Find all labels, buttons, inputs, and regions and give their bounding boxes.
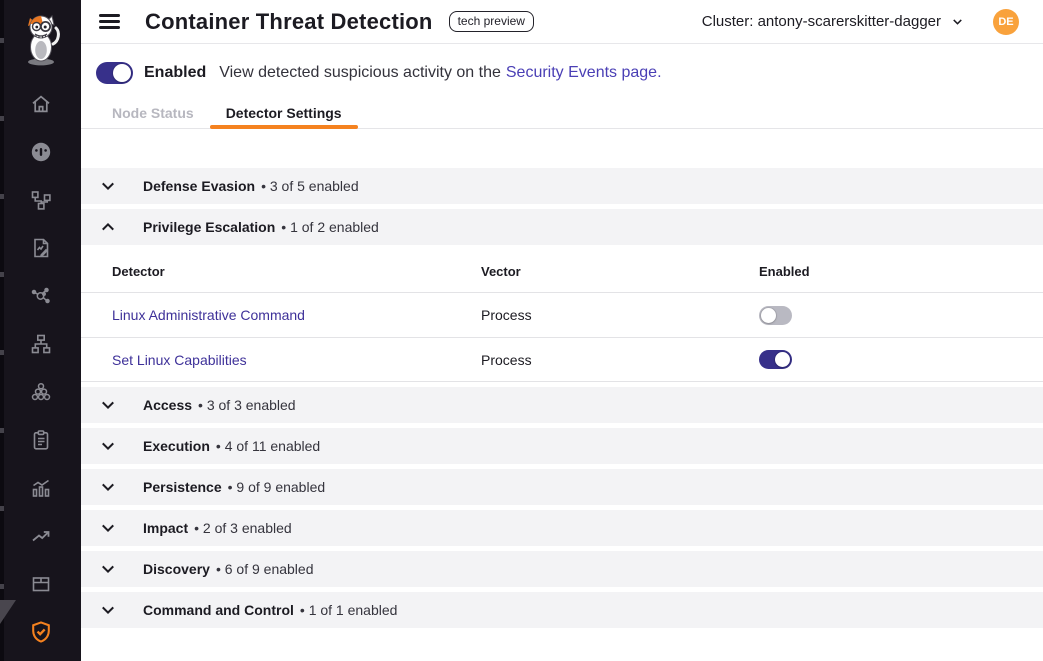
feature-enabled-toggle[interactable] — [96, 62, 133, 84]
home-icon — [29, 92, 53, 116]
column-header-detector: Detector — [112, 264, 481, 279]
trending-up-icon — [29, 524, 53, 548]
section-count: • 4 of 11 enabled — [216, 438, 320, 454]
sidebar-item-network-topology[interactable] — [0, 320, 81, 368]
section-title: Defense Evasion — [143, 178, 255, 194]
chevron-down-icon — [99, 519, 117, 537]
chevron-down-icon — [99, 560, 117, 578]
detector-enabled-toggle[interactable] — [759, 306, 792, 325]
section-access[interactable]: Access • 3 of 3 enabled — [81, 387, 1043, 423]
chevron-down-icon — [99, 437, 117, 455]
section-persistence[interactable]: Persistence • 9 of 9 enabled — [81, 469, 1043, 505]
cluster-selector[interactable]: Cluster: antony-scarerskitter-dagger — [702, 13, 965, 30]
section-title: Command and Control — [143, 602, 294, 618]
sidebar-item-network-flows[interactable] — [0, 176, 81, 224]
sidebar-item-analytics[interactable] — [0, 464, 81, 512]
tab-bar: Node Status Detector Settings — [81, 97, 1043, 129]
sitemap-icon — [29, 332, 53, 356]
user-avatar[interactable]: DE — [993, 9, 1019, 35]
section-privilege-escalation[interactable]: Privilege Escalation • 1 of 2 enabled — [81, 209, 1043, 245]
sidebar-item-audit[interactable] — [0, 416, 81, 464]
section-count: • 3 of 3 enabled — [198, 397, 296, 413]
menu-hamburger-icon[interactable] — [99, 14, 120, 29]
section-title: Persistence — [143, 479, 222, 495]
vector-value: Process — [481, 352, 532, 368]
detector-enabled-toggle[interactable] — [759, 350, 792, 369]
chevron-down-icon — [950, 14, 965, 29]
section-count: • 9 of 9 enabled — [228, 479, 326, 495]
chevron-down-icon — [99, 601, 117, 619]
app-logo[interactable] — [0, 10, 81, 68]
sidebar-item-dashboard[interactable] — [0, 128, 81, 176]
section-count: • 6 of 9 enabled — [216, 561, 314, 577]
tab-node-status[interactable]: Node Status — [96, 97, 210, 128]
shield-check-icon — [28, 619, 54, 645]
column-header-vector: Vector — [481, 264, 759, 279]
network-flows-icon — [29, 188, 53, 212]
section-discovery[interactable]: Discovery • 6 of 9 enabled — [81, 551, 1043, 587]
section-impact[interactable]: Impact • 2 of 3 enabled — [81, 510, 1043, 546]
vector-value: Process — [481, 307, 532, 323]
tech-preview-badge: tech preview — [449, 11, 534, 32]
chevron-down-icon — [99, 177, 117, 195]
sidebar-item-vulnerability-graph[interactable] — [0, 272, 81, 320]
clipboard-icon — [29, 428, 53, 452]
section-title: Discovery — [143, 561, 210, 577]
cluster-circles-icon — [29, 380, 53, 404]
section-defense-evasion[interactable]: Defense Evasion • 3 of 5 enabled — [81, 168, 1043, 204]
graph-nodes-icon — [29, 284, 53, 308]
detector-table: Detector Vector Enabled Linux Administra… — [81, 250, 1043, 382]
package-box-icon — [29, 572, 53, 596]
sidebar-item-compliance-report[interactable] — [0, 224, 81, 272]
column-header-enabled: Enabled — [759, 264, 1043, 279]
section-execution[interactable]: Execution • 4 of 11 enabled — [81, 428, 1043, 464]
cluster-selector-label: Cluster: antony-scarerskitter-dagger — [702, 13, 941, 30]
sidebar — [0, 0, 81, 661]
detector-link-set-linux-capabilities[interactable]: Set Linux Capabilities — [112, 352, 247, 368]
section-count: • 1 of 2 enabled — [281, 219, 379, 235]
security-events-link[interactable]: Security Events page. — [506, 64, 662, 82]
sidebar-item-home[interactable] — [0, 80, 81, 128]
enabled-label: Enabled — [144, 64, 206, 82]
subheader: Enabled View detected suspicious activit… — [81, 45, 1043, 129]
dashboard-gauge-icon — [29, 140, 53, 164]
section-command-and-control[interactable]: Command and Control • 1 of 1 enabled — [81, 592, 1043, 628]
enabled-description: View detected suspicious activity on the — [219, 64, 501, 82]
cat-mascot-logo — [18, 10, 64, 68]
chevron-up-icon — [99, 218, 117, 236]
section-count: • 2 of 3 enabled — [194, 520, 292, 536]
top-app-bar: Container Threat Detection tech preview … — [81, 0, 1043, 44]
section-title: Access — [143, 397, 192, 413]
section-title: Privilege Escalation — [143, 219, 275, 235]
sidebar-nav — [0, 80, 81, 656]
sidebar-item-risk-trend[interactable] — [0, 512, 81, 560]
chevron-down-icon — [99, 478, 117, 496]
table-row: Set Linux Capabilities Process — [81, 337, 1043, 382]
chevron-down-icon — [99, 396, 117, 414]
page-title: Container Threat Detection — [145, 9, 433, 35]
report-edit-icon — [29, 236, 53, 260]
section-title: Execution — [143, 438, 210, 454]
section-count: • 1 of 1 enabled — [300, 602, 398, 618]
analytics-bars-icon — [29, 476, 53, 500]
sidebar-item-clusters[interactable] — [0, 368, 81, 416]
detector-link-linux-administrative-command[interactable]: Linux Administrative Command — [112, 307, 305, 323]
detector-settings-content: Defense Evasion • 3 of 5 enabled Privile… — [81, 168, 1043, 633]
detector-table-header: Detector Vector Enabled — [81, 250, 1043, 292]
section-title: Impact — [143, 520, 188, 536]
section-count: • 3 of 5 enabled — [261, 178, 359, 194]
tab-detector-settings[interactable]: Detector Settings — [210, 97, 358, 128]
table-row: Linux Administrative Command Process — [81, 292, 1043, 337]
sidebar-item-threat-detection[interactable] — [0, 608, 81, 656]
